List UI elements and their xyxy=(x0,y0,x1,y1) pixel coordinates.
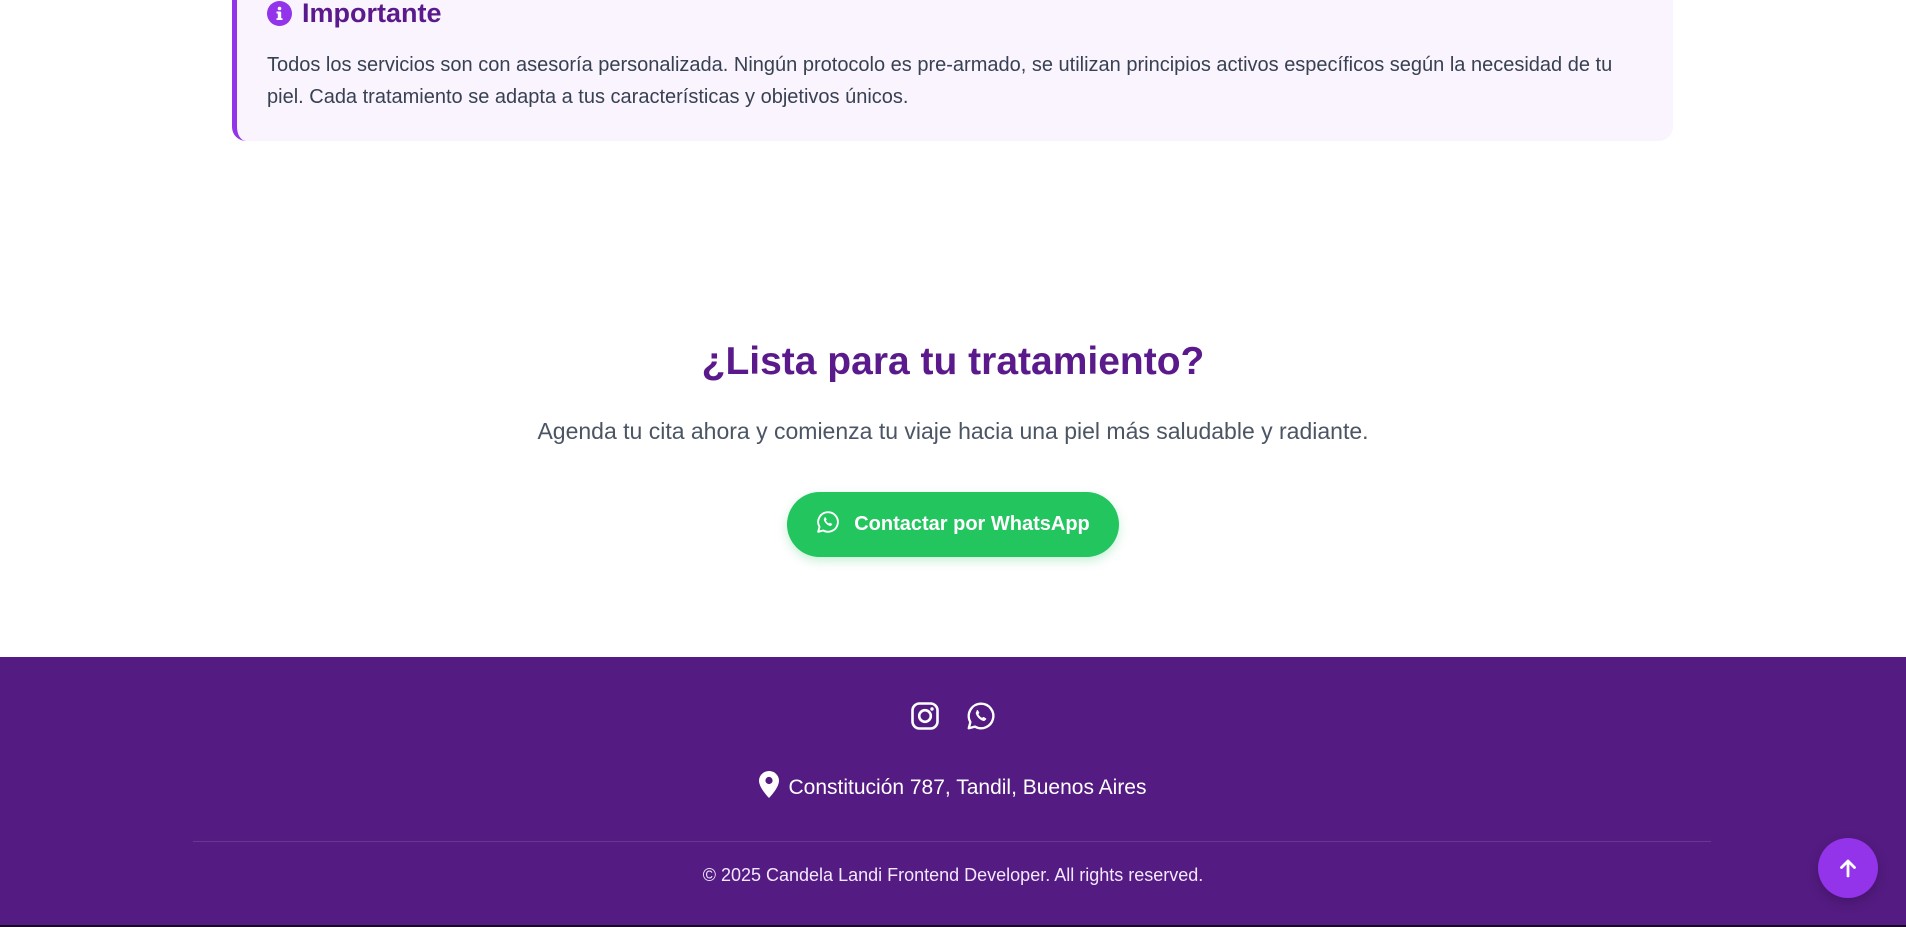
whatsapp-button-label: Contactar por WhatsApp xyxy=(854,513,1090,535)
note-header: Importante xyxy=(267,0,1637,27)
note-title: Importante xyxy=(302,0,442,28)
address-text: Constitución 787, Tandil, Buenos Aires xyxy=(788,775,1147,799)
back-to-top-button[interactable] xyxy=(1818,838,1878,898)
cta-title: ¿Lista para tu tratamiento? xyxy=(701,340,1205,383)
instagram-link[interactable] xyxy=(910,701,940,731)
arrow-up-icon xyxy=(1840,859,1856,878)
whatsapp-link[interactable] xyxy=(966,701,996,731)
cta-subtitle: Agenda tu cita ahora y comienza tu viaje… xyxy=(537,418,1369,444)
instagram-icon xyxy=(911,702,939,730)
whatsapp-icon xyxy=(816,510,840,539)
note-text: Todos los servicios son con asesoría per… xyxy=(267,54,1613,108)
map-pin-icon xyxy=(759,771,780,804)
copyright-text: © 2025 Candela Landi Frontend Developer.… xyxy=(702,865,1204,885)
footer-divider xyxy=(193,841,1711,842)
address: Constitución 787, Tandil, Buenos Aires xyxy=(0,771,1906,804)
info-icon xyxy=(267,1,292,26)
footer: Constitución 787, Tandil, Buenos Aires ©… xyxy=(0,657,1906,927)
whatsapp-contact-button[interactable]: Contactar por WhatsApp xyxy=(787,492,1119,557)
important-note: Importante Todos los servicios son con a… xyxy=(232,0,1673,141)
social-links xyxy=(0,701,1906,731)
whatsapp-icon xyxy=(967,702,995,730)
